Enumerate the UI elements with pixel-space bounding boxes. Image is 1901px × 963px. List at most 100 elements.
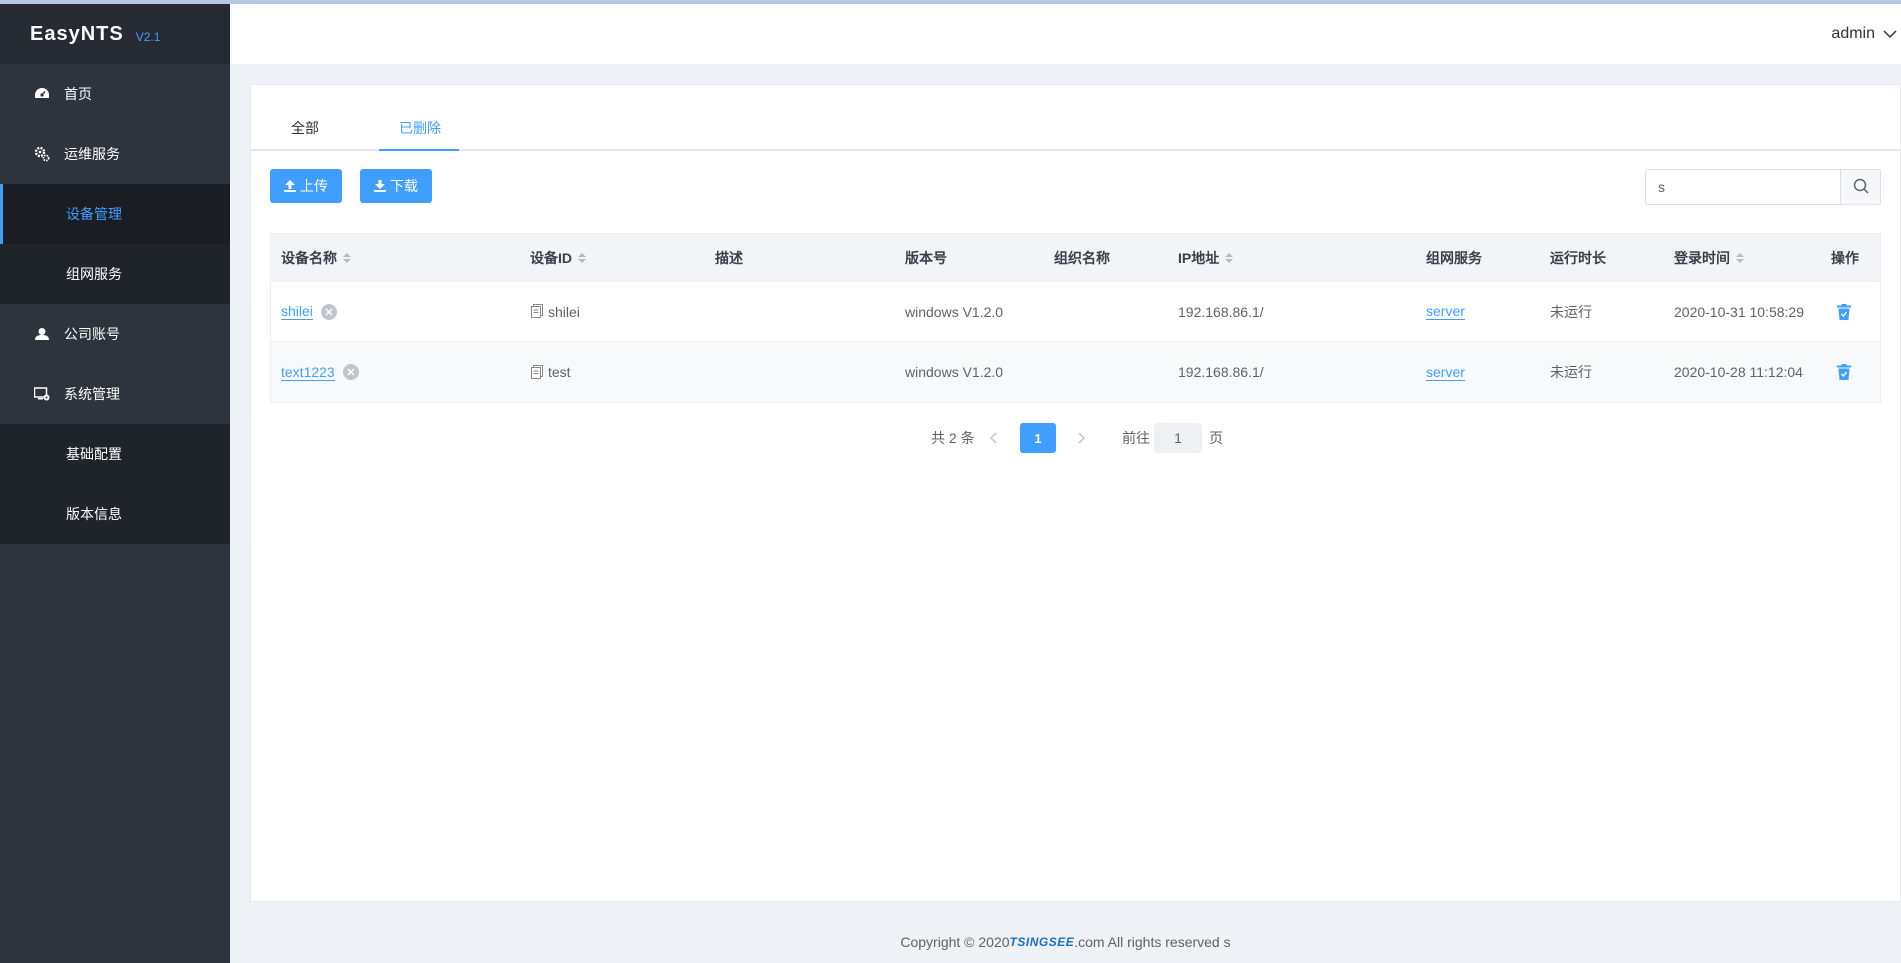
sidebar-item-company-account[interactable]: 公司账号 xyxy=(0,304,230,364)
network-service-link[interactable]: server xyxy=(1426,303,1465,320)
copy-icon[interactable] xyxy=(530,304,544,319)
cell-network: server xyxy=(1426,364,1465,381)
tab-deleted[interactable]: 已删除 xyxy=(399,118,441,138)
submenu-system: 基础配置 版本信息 xyxy=(0,424,230,544)
upload-button[interactable]: 上传 xyxy=(270,169,342,203)
cell-ip: 192.168.86.1/ xyxy=(1178,364,1264,380)
pagination-unit-label: 页 xyxy=(1209,430,1223,446)
col-header-desc: 描述 xyxy=(715,249,743,266)
cell-runtime: 未运行 xyxy=(1550,303,1592,320)
sidebar-item-label: 基础配置 xyxy=(66,446,122,462)
sort-icon[interactable] xyxy=(578,252,586,263)
sidebar: EasyNTS V2.1 首页 运维服务 设备管理 组网服务 公司账号 系统管理 xyxy=(0,4,230,963)
col-header-ip[interactable]: IP地址 xyxy=(1178,248,1234,268)
chevron-right-icon[interactable] xyxy=(1078,423,1086,453)
pagination-goto-label: 前往 xyxy=(1122,430,1150,446)
tab-all[interactable]: 全部 xyxy=(291,118,319,138)
device-table: 设备名称 设备ID 描述 版本号 组织名称 IP地址 组网服务 运行时长 登录时… xyxy=(270,233,1881,403)
cell-network: server xyxy=(1426,303,1465,320)
sidebar-item-label: 公司账号 xyxy=(64,326,120,342)
close-icon[interactable] xyxy=(342,364,359,380)
col-header-runtime: 运行时长 xyxy=(1550,249,1606,266)
active-tab-indicator xyxy=(379,149,459,151)
col-header-actions: 操作 xyxy=(1831,249,1859,266)
table-header: 设备名称 设备ID 描述 版本号 组织名称 IP地址 组网服务 运行时长 登录时… xyxy=(271,234,1880,282)
user-group-icon xyxy=(34,326,50,342)
sidebar-item-version-info[interactable]: 版本信息 xyxy=(0,484,230,544)
device-id: test xyxy=(548,364,571,380)
sidebar-item-home[interactable]: 首页 xyxy=(0,64,230,124)
search-input[interactable] xyxy=(1646,170,1840,204)
copyright-suffix: .com All rights reserved s xyxy=(1074,934,1231,950)
cell-id: test xyxy=(530,364,571,380)
main-card: 全部 已删除 上传 下载 设备名称 设备ID 描述 版本号 组织名称 IP地址 xyxy=(250,84,1901,902)
chevron-left-icon[interactable] xyxy=(989,423,997,453)
col-header-label: IP地址 xyxy=(1178,249,1220,266)
col-header-login[interactable]: 登录时间 xyxy=(1674,248,1744,268)
col-header-label: 设备名称 xyxy=(281,249,337,266)
download-icon xyxy=(374,180,386,192)
device-name-link[interactable]: text1223 xyxy=(281,364,335,381)
dashboard-icon xyxy=(34,86,50,102)
cell-id: shilei xyxy=(530,304,580,320)
cell-name: text1223 xyxy=(281,364,359,381)
brand-name: EasyNTS xyxy=(30,22,124,45)
col-header-id[interactable]: 设备ID xyxy=(530,248,586,268)
sidebar-item-basic-config[interactable]: 基础配置 xyxy=(0,424,230,484)
col-header-org: 组织名称 xyxy=(1054,249,1110,266)
monitor-gear-icon xyxy=(34,386,50,402)
tsingsee-logo: TSINGSEE xyxy=(1009,935,1075,949)
sidebar-item-label: 系统管理 xyxy=(64,386,120,402)
sidebar-item-network-service[interactable]: 组网服务 xyxy=(0,244,230,304)
cell-ip: 192.168.86.1/ xyxy=(1178,303,1264,320)
copy-icon[interactable] xyxy=(530,364,544,380)
sidebar-item-label: 组网服务 xyxy=(66,266,122,282)
col-header-network: 组网服务 xyxy=(1426,249,1482,266)
tab-bar: 全部 已删除 xyxy=(251,85,1900,151)
sidebar-item-label: 首页 xyxy=(64,86,92,102)
sidebar-item-device-management[interactable]: 设备管理 xyxy=(0,184,230,244)
sort-icon[interactable] xyxy=(343,252,351,263)
col-header-version: 版本号 xyxy=(905,249,947,266)
sidebar-item-label: 版本信息 xyxy=(66,506,122,522)
network-service-link[interactable]: server xyxy=(1426,364,1465,381)
brand-version: V2.1 xyxy=(135,30,161,44)
cell-version: windows V1.2.0 xyxy=(905,303,1004,320)
sidebar-item-label: 设备管理 xyxy=(66,206,122,222)
copyright-prefix: Copyright © 2020 xyxy=(900,934,1010,950)
submenu-ops: 设备管理 组网服务 xyxy=(0,184,230,304)
gear-icon xyxy=(34,146,50,162)
upload-label: 上传 xyxy=(300,178,328,194)
cell-login: 2020-10-28 11:12:04 xyxy=(1674,364,1803,380)
sort-icon[interactable] xyxy=(1225,252,1234,263)
pagination-total: 共 2 条 xyxy=(931,430,975,446)
sidebar-item-label: 运维服务 xyxy=(64,146,120,162)
trash-icon[interactable] xyxy=(1837,303,1851,320)
top-accent-line xyxy=(0,0,1901,4)
device-name-link[interactable]: shilei xyxy=(281,303,313,320)
page-jump-input[interactable]: 1 xyxy=(1154,423,1202,453)
col-header-label: 设备ID xyxy=(530,249,572,266)
user-menu[interactable]: admin xyxy=(1831,4,1901,64)
top-header: admin xyxy=(230,4,1901,64)
trash-icon[interactable] xyxy=(1837,364,1851,380)
upload-icon xyxy=(284,180,296,192)
page-number-button[interactable]: 1 xyxy=(1020,423,1056,453)
close-icon[interactable] xyxy=(320,303,337,320)
pagination: 共 2 条 1 前往 1 页 xyxy=(251,423,1901,453)
footer: Copyright © 2020 TSINGSEE .com All right… xyxy=(230,934,1901,950)
col-header-name[interactable]: 设备名称 xyxy=(281,248,351,268)
table-row: text1223 test windows V1.2.0 192.168.86.… xyxy=(271,342,1880,402)
cell-version: windows V1.2.0 xyxy=(905,364,1004,380)
cell-runtime: 未运行 xyxy=(1550,364,1592,380)
device-id: shilei xyxy=(548,303,580,320)
sort-icon[interactable] xyxy=(1736,252,1744,263)
sidebar-item-ops[interactable]: 运维服务 xyxy=(0,124,230,184)
search-button[interactable] xyxy=(1840,170,1880,204)
download-button[interactable]: 下载 xyxy=(360,169,432,203)
search-icon xyxy=(1853,178,1869,197)
chevron-down-icon xyxy=(1883,27,1897,41)
username: admin xyxy=(1831,25,1875,42)
col-header-label: 登录时间 xyxy=(1674,249,1730,266)
sidebar-item-system-management[interactable]: 系统管理 xyxy=(0,364,230,424)
